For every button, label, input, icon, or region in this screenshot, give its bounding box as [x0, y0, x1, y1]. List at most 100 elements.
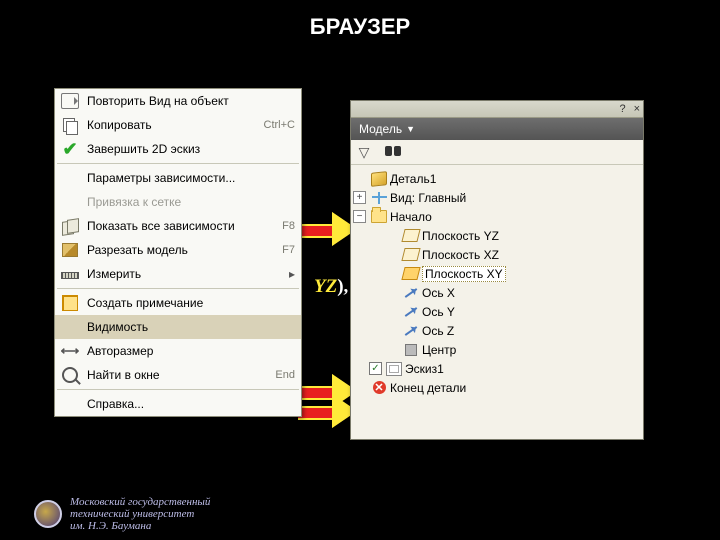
arrow-right-1 [298, 224, 332, 238]
tree-root[interactable]: Деталь1 [353, 169, 641, 188]
submenu-icon: ▸ [289, 267, 295, 281]
check-icon: ✔ [59, 138, 81, 160]
arrow-right-2 [298, 386, 332, 400]
menu-item-copy[interactable]: Копировать Ctrl+C [55, 113, 301, 137]
panel-toolbar: ▽ [351, 140, 643, 165]
menu-item-accel: Ctrl+C [264, 119, 295, 131]
menu-item-label: Повторить Вид на объект [87, 94, 295, 108]
arrow-right-3 [298, 406, 332, 420]
sheets-icon [59, 215, 81, 237]
tree-view[interactable]: + Вид: Главный [353, 188, 641, 207]
sketch-icon [386, 361, 402, 377]
plane-icon [403, 228, 419, 244]
context-menu: Повторить Вид на объект Копировать Ctrl+C ✔… [54, 88, 302, 417]
tree-plane[interactable]: Плоскость XY [353, 264, 641, 283]
dropdown-icon: ▼ [406, 124, 415, 134]
tree-plane[interactable]: Плоскость YZ [353, 226, 641, 245]
tree-node-label: Вид: Главный [390, 191, 466, 205]
menu-item-help[interactable]: Справка... [55, 392, 301, 416]
menu-item-accel: F8 [282, 220, 295, 232]
tree-plane[interactable]: Плоскость XZ [353, 245, 641, 264]
menu-item-accel: End [275, 369, 295, 381]
tree-node-label: Ось Y [422, 305, 455, 319]
footer: Московский государственный технический у… [34, 496, 210, 532]
filter-icon[interactable]: ▽ [357, 145, 371, 159]
copy-icon [59, 114, 81, 136]
blank-icon [59, 393, 81, 415]
menu-item-label: Завершить 2D эскиз [87, 142, 295, 156]
repeat-icon [59, 90, 81, 112]
slice-icon [59, 239, 81, 261]
binoculars-icon[interactable] [385, 146, 401, 158]
menu-item-label: Создать примечание [87, 296, 295, 310]
browser-panel: ? × Модель ▼ ▽ Деталь1 + Вид: Главный − Нача… [350, 100, 644, 440]
axis-icon [403, 323, 419, 339]
footer-text: Московский государственный технический у… [70, 496, 210, 532]
menu-item-params[interactable]: Параметры зависимости... [55, 166, 301, 190]
view-icon [371, 190, 387, 206]
menu-item-repeat[interactable]: Повторить Вид на объект [55, 89, 301, 113]
menu-item-annot[interactable]: Создать примечание [55, 291, 301, 315]
tree-node-label: Ось Z [422, 324, 454, 338]
model-tree: Деталь1 + Вид: Главный − Начало Плоскость YZ П… [351, 165, 643, 401]
tree-center[interactable]: Центр [353, 340, 641, 359]
menu-item-finish[interactable]: ✔ Завершить 2D эскиз [55, 137, 301, 161]
tree-node-label: Плоскость XZ [422, 248, 499, 262]
axis-icon [403, 285, 419, 301]
panel-header[interactable]: Модель ▼ [351, 118, 643, 140]
menu-item-measure[interactable]: Измерить ▸ [55, 262, 301, 286]
tree-node-label: Деталь1 [390, 172, 436, 186]
tree-axis[interactable]: Ось Z [353, 321, 641, 340]
tree-node-label: Плоскость XY [422, 266, 506, 282]
tree-toggle[interactable]: − [353, 210, 366, 223]
menu-item-label: Видимость [87, 320, 295, 334]
menu-item-label: Показать все зависимости [87, 219, 274, 233]
slide-title: БРАУЗЕР [0, 0, 720, 40]
axis-icon [403, 304, 419, 320]
menu-item-label: Измерить [87, 267, 283, 281]
dim-icon: ⟷ [59, 340, 81, 362]
menu-item-label: Копировать [87, 118, 256, 132]
menu-item-showdep[interactable]: Показать все зависимости F8 [55, 214, 301, 238]
ruler-icon [59, 263, 81, 285]
checkbox[interactable]: ✓ [369, 362, 382, 375]
close-button[interactable]: × [634, 103, 640, 115]
yz-label: YZ), [314, 276, 348, 298]
menu-item-label: Разрезать модель [87, 243, 274, 257]
part-icon [371, 171, 387, 187]
menu-item-slice[interactable]: Разрезать модельF7 [55, 238, 301, 262]
blank-icon [59, 316, 81, 338]
tree-toggle[interactable]: + [353, 191, 366, 204]
center-icon [403, 342, 419, 358]
blank-icon [59, 191, 81, 213]
menu-item-label: Параметры зависимости... [87, 171, 295, 185]
tree-node-label: Начало [390, 210, 432, 224]
tree-origin[interactable]: − Начало [353, 207, 641, 226]
tree-axis[interactable]: Ось X [353, 283, 641, 302]
plane-icon [403, 247, 419, 263]
tree-node-label: Конец детали [390, 381, 466, 395]
menu-item-label: Найти в окне [87, 368, 267, 382]
tree-sketch[interactable]: ✓ Эскиз1 [353, 359, 641, 378]
end-icon: ✕ [371, 380, 387, 396]
menu-item-find[interactable]: Найти в окне End [55, 363, 301, 387]
university-crest-icon [34, 500, 62, 528]
menu-item-vis[interactable]: Видимость [55, 315, 301, 339]
menu-item-label: Авторазмер [87, 344, 295, 358]
tree-end[interactable]: ✕Конец детали [353, 378, 641, 397]
tree-node-label: Центр [422, 343, 456, 357]
help-button[interactable]: ? [619, 103, 625, 115]
menu-item-autodim[interactable]: ⟷ Авторазмер [55, 339, 301, 363]
menu-item-grid: Привязка к сетке [55, 190, 301, 214]
panel-titlebar: ? × [351, 101, 643, 118]
tree-node-label: Плоскость YZ [422, 229, 499, 243]
plane-icon [403, 266, 419, 282]
menu-item-label: Справка... [87, 397, 295, 411]
note-icon [59, 292, 81, 314]
menu-item-label: Привязка к сетке [87, 195, 295, 209]
find-icon [59, 364, 81, 386]
tree-node-label: Эскиз1 [405, 362, 444, 376]
panel-header-label: Модель [359, 122, 402, 136]
blank-icon [59, 167, 81, 189]
tree-axis[interactable]: Ось Y [353, 302, 641, 321]
